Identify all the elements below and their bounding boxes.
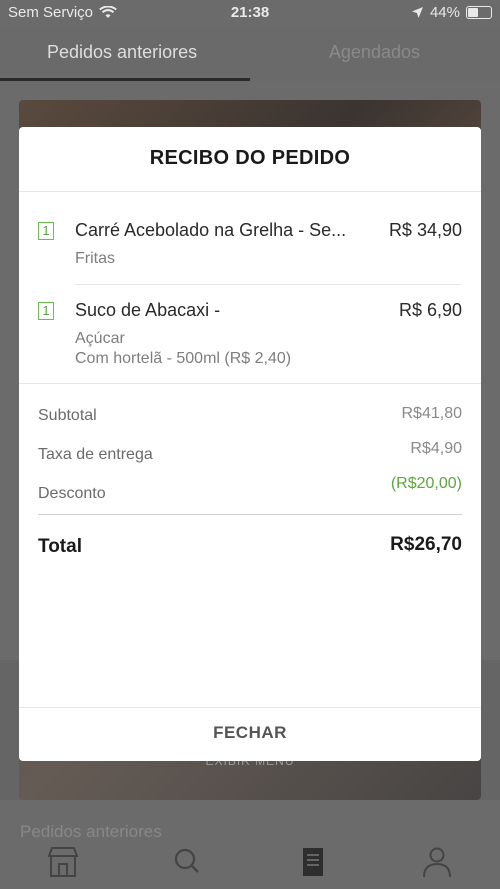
background-list-item: Pedidos anteriores (20, 822, 162, 841)
item-quantity: 1 (38, 222, 54, 240)
item-price: R$ 34,90 (388, 220, 462, 240)
dialog-title: RECIBO DO PEDIDO (149, 147, 351, 169)
item-name: Suco de Abacaxi - (75, 300, 221, 320)
status-bar: Sem Serviço 21:38 44% (0, 0, 500, 24)
divider (19, 191, 481, 192)
divider (38, 514, 462, 515)
store-icon[interactable] (43, 844, 83, 880)
order-receipt-dialog: RECIBO DO PEDIDO 1 Carré Acebolado na Gr… (19, 127, 481, 761)
receipt-icon[interactable] (293, 844, 333, 880)
close-button[interactable]: FECHAR (19, 723, 481, 743)
item-option: Açúcar (75, 330, 125, 347)
discount-label: Desconto (38, 485, 106, 502)
battery-percent: 44% (429, 4, 460, 21)
divider (19, 707, 481, 708)
divider (19, 383, 481, 384)
total-value: R$26,70 (390, 534, 462, 555)
delivery-fee-label: Taxa de entrega (38, 446, 153, 463)
subtotal-label: Subtotal (38, 407, 97, 424)
item-option: Com hortelã - 500ml (R$ 2,40) (75, 350, 292, 367)
profile-icon[interactable] (417, 844, 457, 880)
order-tabs: Pedidos anteriores Agendados (0, 26, 500, 82)
discount-value: (R$20,00) (390, 475, 462, 492)
divider (75, 284, 461, 285)
delivery-fee-value: R$4,90 (410, 440, 462, 457)
bottom-nav (0, 840, 500, 889)
tab-indicator (0, 78, 250, 81)
subtotal-value: R$41,80 (401, 405, 463, 422)
tab-previous-orders[interactable]: Pedidos anteriores (47, 42, 197, 63)
tab-scheduled[interactable]: Agendados (329, 42, 420, 63)
location-arrow-icon (411, 7, 423, 18)
item-quantity: 1 (38, 302, 54, 320)
battery-icon (466, 6, 492, 19)
search-icon[interactable] (167, 844, 207, 880)
item-price: R$ 6,90 (398, 300, 462, 320)
item-name: Carré Acebolado na Grelha - Se... (75, 220, 347, 240)
total-label: Total (38, 536, 82, 557)
item-option: Fritas (75, 250, 115, 267)
